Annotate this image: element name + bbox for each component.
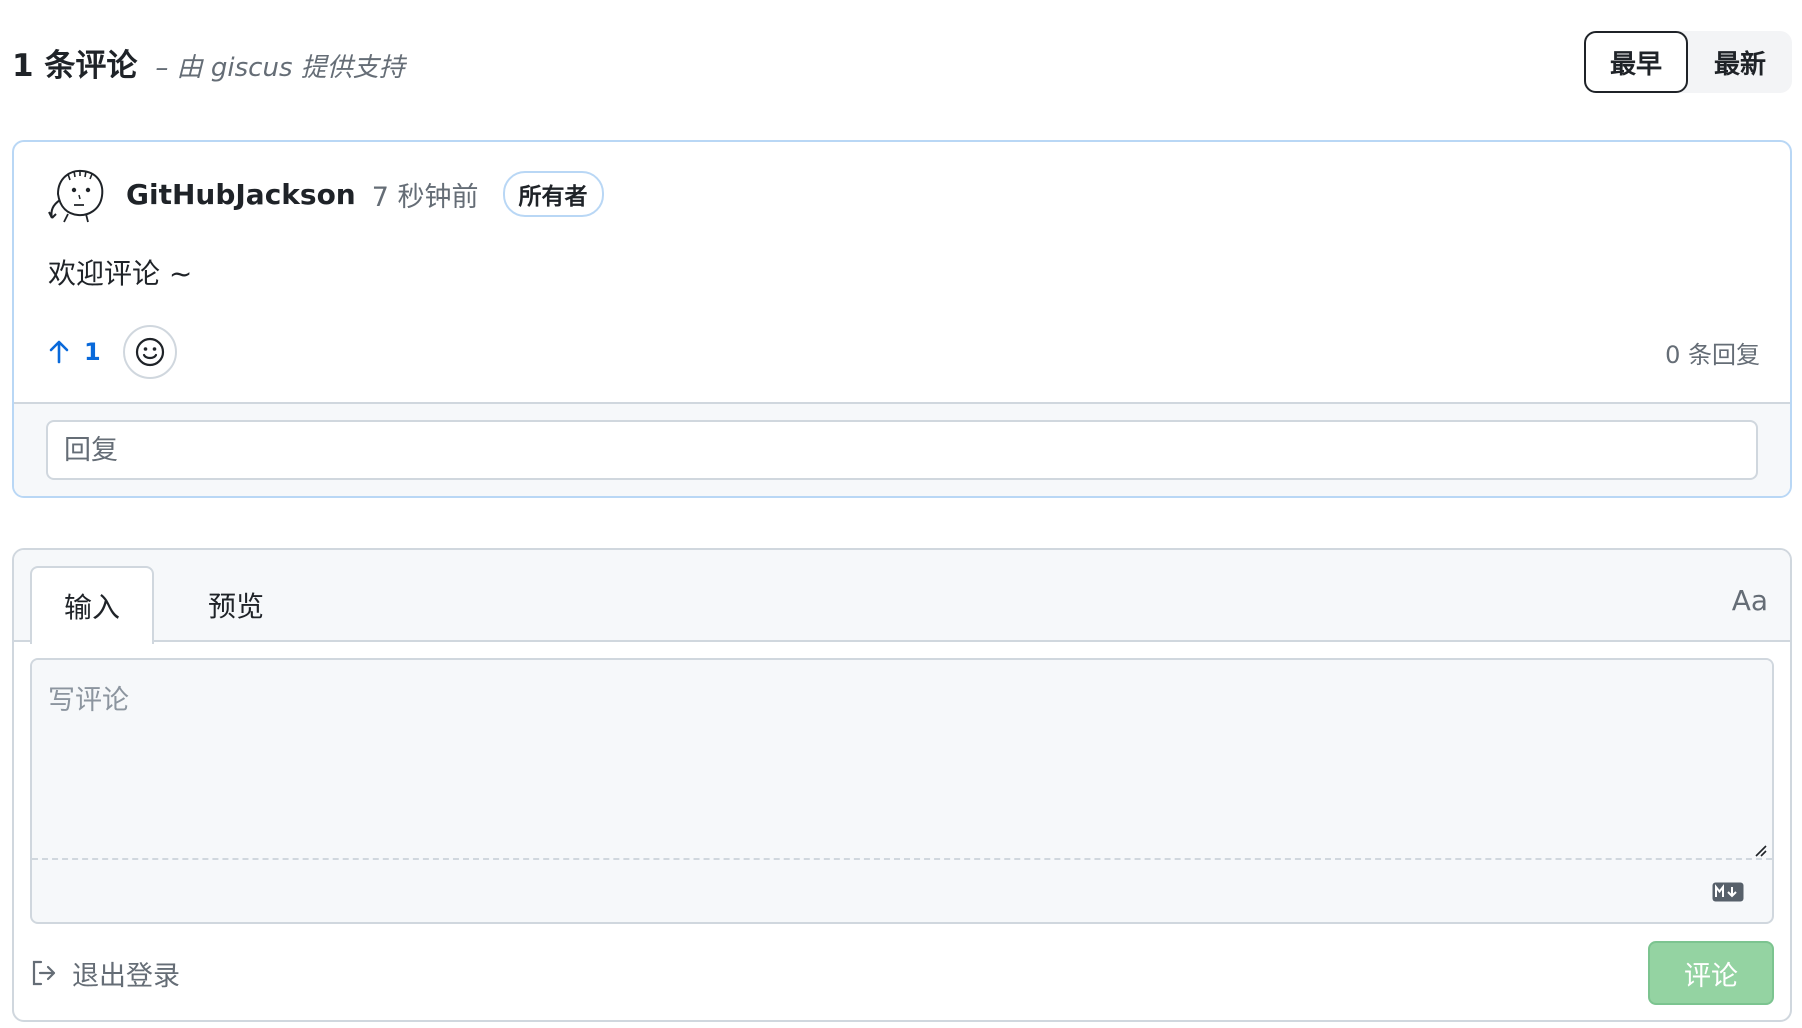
resize-handle-icon[interactable] [1752, 842, 1768, 858]
sort-toggle: 最早 最新 [1583, 31, 1792, 93]
sort-oldest-button[interactable]: 最早 [1583, 31, 1688, 93]
upvote-count: 1 [84, 338, 101, 366]
avatar[interactable] [46, 164, 110, 224]
tab-write[interactable]: 输入 [30, 566, 154, 644]
editor-tab-bar: 输入 预览 Aa [14, 550, 1790, 644]
comment-editor: 输入 预览 Aa 退出登录 评论 [12, 548, 1792, 1022]
comment-actions: 1 0 条回复 [48, 324, 1760, 380]
submit-comment-button[interactable]: 评论 [1648, 941, 1774, 1005]
reactions-bar: 1 [48, 325, 177, 379]
markdown-icon [1712, 882, 1744, 902]
logout-button[interactable]: 退出登录 [30, 954, 180, 993]
comment-body: 欢迎评论 ~ [48, 257, 193, 290]
owner-badge: 所有者 [502, 171, 604, 217]
reply-area [14, 402, 1790, 496]
comment-author-link[interactable]: GitHubJackson [126, 178, 356, 211]
editor-footer: 退出登录 评论 [30, 940, 1774, 1006]
sign-out-icon [32, 960, 56, 986]
reply-count: 0 条回复 [1665, 340, 1760, 369]
text-format-button[interactable]: Aa [1732, 584, 1768, 617]
textarea-container [30, 658, 1774, 924]
comment-timestamp[interactable]: 7 秒钟前 [372, 175, 479, 214]
comment-header: GitHubJackson 7 秒钟前 所有者 [46, 164, 604, 224]
add-reaction-button[interactable] [122, 325, 177, 379]
sort-newest-button[interactable]: 最新 [1688, 31, 1792, 93]
giscus-widget: 1 条评论 – 由 giscus 提供支持 最早 最新 GitHubJackso… [0, 0, 1802, 1028]
upvote-button[interactable]: 1 [48, 338, 101, 366]
comment-count-title: 1 条评论 [12, 47, 138, 84]
powered-by-text: – 由 giscus 提供支持 [155, 52, 405, 83]
logout-label: 退出登录 [72, 960, 180, 992]
tab-preview[interactable]: 预览 [174, 566, 298, 644]
header-left: 1 条评论 – 由 giscus 提供支持 [12, 40, 405, 85]
arrow-up-icon [49, 340, 69, 364]
comment-textarea[interactable] [32, 660, 1772, 860]
comments-header: 1 条评论 – 由 giscus 提供支持 最早 最新 [12, 30, 1792, 94]
smiley-icon [135, 337, 164, 367]
reply-input[interactable] [46, 420, 1758, 480]
comment-card: GitHubJackson 7 秒钟前 所有者 欢迎评论 ~ 1 0 条回复 回… [12, 140, 1792, 498]
